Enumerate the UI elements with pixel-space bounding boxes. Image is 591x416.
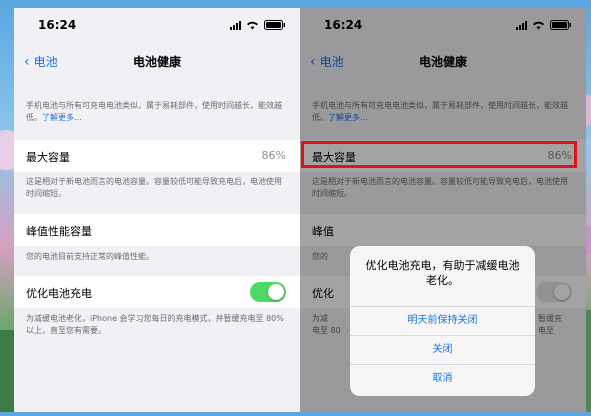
phone-screen-left: 16:24 ‹ 电池 电池健康 手机电池与所有可充电电池类似，属于易耗部件，使用… (14, 8, 300, 412)
optimized-charging-label: 优化电池充电 (26, 287, 92, 300)
navigation-bar: ‹ 电池 电池健康 (14, 42, 300, 78)
optimized-charging-desc: 为减缓电池老化，iPhone 会学习您每日的充电模式，并暂缓充电至 80% 以上… (26, 314, 284, 335)
max-capacity-highlight-box (301, 141, 577, 168)
status-time: 16:24 (38, 18, 77, 32)
learn-more-link[interactable]: 了解更多… (42, 113, 82, 122)
cellular-signal-icon (230, 21, 241, 30)
battery-icon (264, 20, 286, 30)
peak-performance-row: 峰值性能容量 (14, 214, 300, 246)
turn-off-button[interactable]: 关闭 (350, 335, 535, 364)
cancel-button[interactable]: 取消 (350, 364, 535, 393)
alert-message: 优化电池充电，有助于减缓电池老化。 (365, 259, 520, 287)
wifi-icon (246, 20, 259, 30)
phone-screen-right: 16:24 ‹ 电池 电池健康 手机电池与所有可充电电池类似，属于易耗部件，使用… (300, 8, 586, 412)
toggle-knob (268, 284, 284, 300)
optimized-charging-alert: 优化电池充电，有助于减缓电池老化。 明天前保持关闭 关闭 取消 (350, 246, 535, 396)
max-capacity-desc: 这是相对于新电池而言的电池容量。容量较低可能导致充电后，电池使用时间缩短。 (26, 177, 282, 198)
max-capacity-value: 86% (261, 149, 286, 162)
max-capacity-label: 最大容量 (26, 151, 70, 164)
intro-text: 手机电池与所有可充电电池类似，属于易耗部件，使用时间越长，能效越低。了解更多… (26, 101, 282, 122)
peak-performance-label: 峰值性能容量 (26, 225, 92, 238)
max-capacity-row: 最大容量 86% (14, 140, 300, 172)
peak-performance-desc: 您的电池目前支持正常的峰值性能。 (26, 252, 154, 261)
optimized-charging-toggle[interactable] (250, 282, 286, 302)
status-bar: 16:24 (14, 8, 300, 42)
optimized-charging-row: 优化电池充电 (14, 276, 300, 308)
keep-off-until-tomorrow-button[interactable]: 明天前保持关闭 (350, 306, 535, 335)
page-title: 电池健康 (132, 55, 181, 69)
